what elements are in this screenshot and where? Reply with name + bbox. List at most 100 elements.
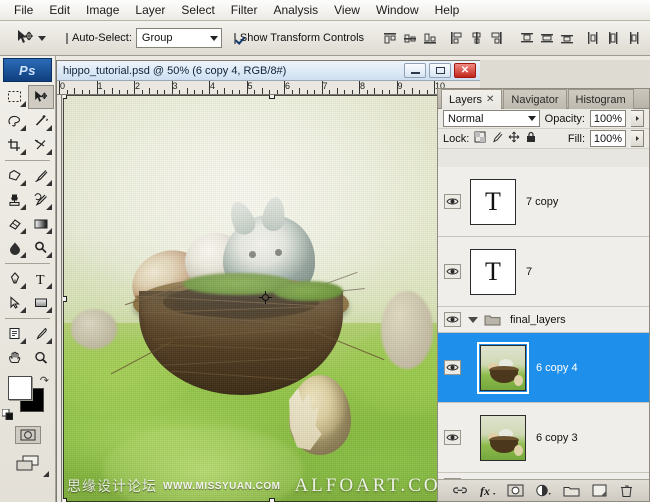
- distribute-left-edges-icon[interactable]: [585, 30, 602, 47]
- default-colors-icon[interactable]: [1, 408, 14, 421]
- eyedropper-tool[interactable]: [28, 322, 54, 346]
- delete-layer-icon[interactable]: [618, 483, 636, 499]
- pen-tool[interactable]: [2, 267, 28, 291]
- align-bottom-edges-icon[interactable]: [422, 30, 439, 47]
- distribute-bottom-edges-icon[interactable]: [559, 30, 576, 47]
- rectangle-tool[interactable]: [28, 291, 54, 315]
- layer-row[interactable]: T 7 copy: [438, 167, 649, 237]
- magic-wand-tool[interactable]: [28, 109, 54, 133]
- history-brush-tool[interactable]: [28, 188, 54, 212]
- maximize-button[interactable]: [429, 63, 451, 78]
- lock-image-pixels-icon[interactable]: [491, 131, 503, 146]
- document-title-bar[interactable]: hippo_tutorial.psd @ 50% (6 copy 4, RGB/…: [57, 61, 480, 81]
- crop-tool[interactable]: [2, 133, 28, 157]
- layer-row[interactable]: 6 copy 3: [438, 403, 649, 473]
- opacity-input[interactable]: 100%: [590, 110, 626, 127]
- distribute-top-edges-icon[interactable]: [519, 30, 536, 47]
- eraser-tool[interactable]: [2, 212, 28, 236]
- add-layer-mask-icon[interactable]: [507, 483, 525, 499]
- link-layers-icon[interactable]: [451, 483, 469, 499]
- screen-mode-icon[interactable]: [15, 454, 41, 477]
- foreground-color-swatch[interactable]: [8, 376, 32, 400]
- add-layer-style-icon[interactable]: fx: [479, 483, 497, 499]
- align-vertical-centers-icon[interactable]: [402, 30, 419, 47]
- horizontal-ruler[interactable]: 0 1 2 3 4 5 6 7 8 9 10: [57, 81, 480, 95]
- menu-item-view[interactable]: View: [326, 1, 368, 19]
- close-icon[interactable]: ✕: [486, 94, 494, 105]
- menu-item-help[interactable]: Help: [427, 1, 468, 19]
- auto-select-scope-dropdown[interactable]: Group: [135, 28, 222, 48]
- align-right-edges-icon[interactable]: [488, 30, 505, 47]
- distribute-right-edges-icon[interactable]: [625, 30, 642, 47]
- layer-visibility-toggle[interactable]: [440, 360, 464, 375]
- align-horizontal-centers-icon[interactable]: [468, 30, 485, 47]
- distribute-vertical-centers-icon[interactable]: [539, 30, 556, 47]
- layer-thumbnail[interactable]: [477, 341, 529, 394]
- screen-mode-chevron-icon[interactable]: [43, 471, 49, 477]
- menu-item-edit[interactable]: Edit: [41, 1, 78, 19]
- align-top-edges-icon[interactable]: [382, 30, 399, 47]
- tab-histogram[interactable]: Histogram: [567, 89, 634, 109]
- layer-group-row[interactable]: final_layers: [438, 307, 649, 333]
- layer-row[interactable]: T 7: [438, 237, 649, 307]
- slice-tool[interactable]: [28, 133, 54, 157]
- layer-visibility-toggle[interactable]: [440, 312, 464, 327]
- vertical-ruler[interactable]: [57, 95, 62, 502]
- fill-slider-arrow-icon[interactable]: [631, 130, 644, 147]
- layer-row[interactable]: 6 copy 4: [438, 333, 649, 403]
- notes-tool[interactable]: [2, 322, 28, 346]
- swap-colors-icon[interactable]: ↷: [40, 374, 49, 387]
- layer-visibility-toggle[interactable]: [440, 194, 464, 209]
- current-tool-preview[interactable]: [10, 29, 52, 47]
- close-button[interactable]: ✕: [454, 63, 476, 78]
- horizontal-type-tool[interactable]: T: [28, 267, 54, 291]
- menu-item-filter[interactable]: Filter: [223, 1, 266, 19]
- patch-tool[interactable]: [2, 164, 28, 188]
- lock-all-icon[interactable]: [525, 131, 537, 146]
- blur-tool[interactable]: [2, 236, 28, 260]
- move-tool[interactable]: [27, 85, 54, 109]
- lasso-tool[interactable]: [2, 109, 28, 133]
- canvas[interactable]: 思缘设计论坛 WWW.MISSYUAN.COM ALFOART.COM: [63, 95, 480, 502]
- layer-thumbnail[interactable]: [480, 414, 526, 461]
- opacity-slider-arrow-icon[interactable]: [631, 110, 644, 127]
- standard-mode-icon[interactable]: [14, 426, 41, 444]
- new-group-icon[interactable]: [562, 483, 580, 499]
- rectangular-marquee-tool[interactable]: [2, 85, 28, 109]
- layer-thumbnail[interactable]: T: [470, 248, 516, 295]
- path-selection-tool[interactable]: [2, 291, 28, 315]
- menu-item-window[interactable]: Window: [368, 1, 427, 19]
- hand-tool[interactable]: [2, 346, 28, 370]
- distribute-horizontal-centers-icon[interactable]: [605, 30, 622, 47]
- layer-thumbnail[interactable]: T: [470, 178, 516, 225]
- auto-select-checkbox[interactable]: [66, 32, 68, 44]
- lock-position-icon[interactable]: [508, 131, 520, 146]
- tab-navigator[interactable]: Navigator: [503, 89, 567, 109]
- menu-item-select[interactable]: Select: [173, 1, 222, 19]
- dodge-tool[interactable]: [28, 236, 54, 260]
- clone-stamp-tool[interactable]: [2, 188, 28, 212]
- chevron-down-icon: [209, 35, 218, 41]
- tab-layers[interactable]: Layers ✕: [441, 89, 503, 109]
- layers-list[interactable]: T 7 copy T 7 final_layers 6 copy 4 6 cop…: [438, 167, 649, 479]
- blend-mode-dropdown[interactable]: Normal: [443, 110, 540, 127]
- brush-tool[interactable]: [28, 164, 54, 188]
- gradient-tool[interactable]: [28, 212, 54, 236]
- tool-preset-chevron-down-icon[interactable]: [38, 35, 46, 41]
- menu-item-image[interactable]: Image: [78, 1, 127, 19]
- fill-input[interactable]: 100%: [590, 130, 626, 147]
- layer-visibility-toggle[interactable]: [440, 430, 464, 445]
- menu-item-file[interactable]: File: [6, 1, 41, 19]
- group-disclosure-triangle-icon[interactable]: [468, 316, 478, 323]
- new-layer-icon[interactable]: [590, 483, 608, 499]
- menu-item-analysis[interactable]: Analysis: [265, 1, 326, 19]
- align-left-edges-icon[interactable]: [448, 30, 465, 47]
- minimize-button[interactable]: [404, 63, 426, 78]
- show-transform-controls-checkbox[interactable]: [233, 32, 236, 44]
- zoom-tool[interactable]: [28, 346, 54, 370]
- new-adjustment-layer-icon[interactable]: [534, 483, 552, 499]
- menu-item-layer[interactable]: Layer: [127, 1, 173, 19]
- layer-visibility-toggle[interactable]: [440, 264, 464, 279]
- lock-transparent-pixels-icon[interactable]: [474, 131, 486, 146]
- transform-reference-point-icon[interactable]: [259, 291, 272, 304]
